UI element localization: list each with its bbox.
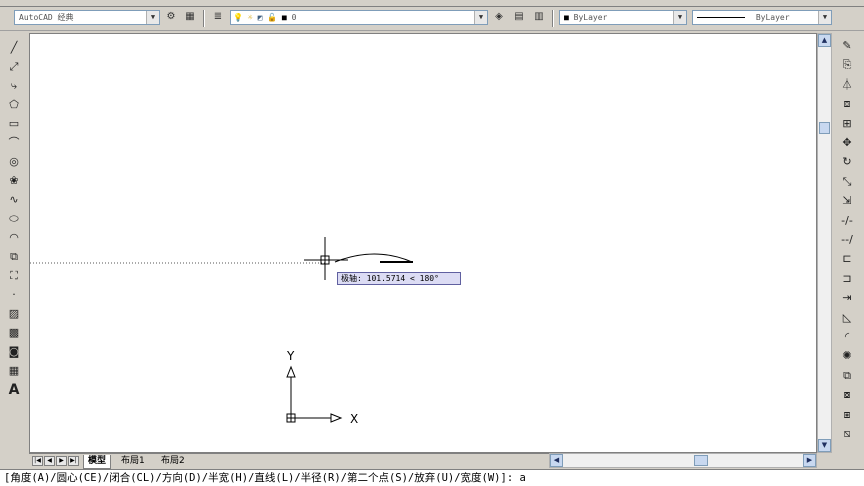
arc-preview bbox=[334, 253, 413, 263]
layer-dropdown[interactable]: 💡 ☼ ◩ 🔓 ■ 0 ▼ bbox=[230, 10, 488, 25]
array-icon[interactable]: ⊞ bbox=[838, 115, 856, 133]
chamfer-icon[interactable]: ◺ bbox=[838, 309, 856, 327]
break-at-point-icon[interactable]: ⊏ bbox=[838, 250, 856, 268]
explode-icon[interactable]: ✺ bbox=[838, 347, 856, 365]
layout-tab-bar: |◀ ◀ ▶ ▶| 模型 布局1 布局2 bbox=[29, 453, 549, 469]
horizontal-scroll-thumb[interactable] bbox=[694, 455, 708, 466]
hatch-icon[interactable]: ▨ bbox=[5, 305, 23, 323]
horizontal-scrollbar[interactable]: ◀ ▶ bbox=[549, 453, 817, 468]
polygon-icon[interactable]: ⬠ bbox=[5, 96, 23, 114]
drawing-area[interactable]: Y X bbox=[29, 33, 817, 453]
command-line[interactable]: [角度(A)/圆心(CE)/闭合(CL)/方向(D)/半宽(H)/直线(L)/半… bbox=[0, 469, 864, 486]
polyline-icon[interactable]: ⤷ bbox=[5, 77, 23, 95]
trim-icon[interactable]: -/- bbox=[838, 212, 856, 230]
spline-icon[interactable]: ∿ bbox=[5, 191, 23, 209]
scroll-down-icon[interactable]: ▼ bbox=[818, 439, 831, 452]
scroll-up-icon[interactable]: ▲ bbox=[818, 34, 831, 47]
draworder-above-icon[interactable]: ⧆ bbox=[838, 406, 856, 424]
workspace-value: AutoCAD 经典 bbox=[19, 13, 74, 22]
prev-tab-icon[interactable]: ◀ bbox=[44, 456, 55, 466]
tab-layout1[interactable]: 布局1 bbox=[117, 455, 149, 468]
toolbar-separator bbox=[203, 10, 205, 27]
modify-toolbar: ✎ ⎘ ⏃ ⧈ ⊞ ✥ ↻ ⤡ ⇲ -/- --/⊏ ⊐ ⇥ ◺ ◜ ✺ ⧉ ⧇ ⧆ ⧅ bbox=[835, 31, 864, 468]
offset-icon[interactable]: ⧈ bbox=[838, 95, 856, 113]
revision-cloud-icon[interactable]: ❀ bbox=[5, 172, 23, 190]
arc-icon[interactable]: ⌒ bbox=[5, 134, 23, 152]
point-icon[interactable]: · bbox=[5, 286, 23, 304]
next-tab-icon[interactable]: ▶ bbox=[56, 456, 67, 466]
tooltip-value: 101.5714 < 180° bbox=[366, 274, 439, 283]
ellipse-arc-icon[interactable]: ◠ bbox=[5, 229, 23, 247]
ucs-y-label: Y bbox=[286, 349, 295, 363]
table-icon[interactable]: ▦ bbox=[5, 362, 23, 380]
customize-icon[interactable]: ▦ bbox=[182, 10, 198, 25]
top-toolbar: AutoCAD 经典 ▼ ⚙ ▦ ≣ 💡 ☼ ◩ 🔓 ■ 0 ▼ ◈ ▤ ▥ ■… bbox=[0, 7, 864, 31]
move-icon[interactable]: ✥ bbox=[838, 134, 856, 152]
color-dropdown[interactable]: ■ ByLayer ▼ bbox=[559, 10, 687, 25]
scroll-right-icon[interactable]: ▶ bbox=[803, 454, 816, 467]
toolbar-separator bbox=[552, 10, 554, 27]
last-tab-icon[interactable]: ▶| bbox=[68, 456, 79, 466]
region-icon[interactable]: ◙ bbox=[5, 343, 23, 361]
chevron-down-icon[interactable]: ▼ bbox=[474, 11, 487, 24]
rotate-icon[interactable]: ↻ bbox=[838, 153, 856, 171]
linetype-dropdown[interactable]: ByLayer ▼ bbox=[692, 10, 832, 25]
fillet-icon[interactable]: ◜ bbox=[838, 328, 856, 346]
draworder-back-icon[interactable]: ⧇ bbox=[838, 386, 856, 404]
layer-value: 0 bbox=[291, 13, 297, 22]
linetype-value: ByLayer bbox=[755, 13, 790, 22]
menu-strip-remnant bbox=[0, 0, 864, 7]
copy-icon[interactable]: ⎘ bbox=[838, 56, 856, 74]
tab-layout2[interactable]: 布局2 bbox=[157, 455, 189, 468]
layer-freeze-icon[interactable]: ☼ bbox=[248, 13, 253, 22]
mirror-icon[interactable]: ⏃ bbox=[838, 76, 856, 94]
draw-toolbar: ╱ ⤢ ⤷ ⬠ ▭ ⌒ ◎ ❀ ∿ ⬭ ◠ ⧉ ⛶ · ▨ ▩ ◙ ▦ A bbox=[0, 31, 27, 468]
draworder-below-icon[interactable]: ⧅ bbox=[838, 425, 856, 443]
layer-manager-icon[interactable]: ≣ bbox=[210, 10, 226, 25]
layer-previous-icon[interactable]: ▤ bbox=[511, 10, 527, 25]
vertical-scrollbar[interactable]: ▲ ▼ bbox=[817, 33, 832, 453]
insert-block-icon[interactable]: ⧉ bbox=[5, 248, 23, 266]
layer-state-icon[interactable]: ▥ bbox=[531, 10, 547, 25]
make-object-layer-current-icon[interactable]: ◈ bbox=[491, 10, 507, 25]
linetype-preview-icon bbox=[697, 17, 745, 18]
command-prompt-text: [角度(A)/圆心(CE)/闭合(CL)/方向(D)/半宽(H)/直线(L)/半… bbox=[4, 472, 526, 484]
gradient-icon[interactable]: ▩ bbox=[5, 324, 23, 342]
scale-icon[interactable]: ⤡ bbox=[838, 173, 856, 191]
first-tab-icon[interactable]: |◀ bbox=[32, 456, 43, 466]
color-swatch-icon: ■ bbox=[564, 13, 569, 22]
layer-viewport-freeze-icon[interactable]: ◩ bbox=[257, 13, 262, 22]
ucs-x-label: X bbox=[350, 412, 358, 426]
tab-model[interactable]: 模型 bbox=[83, 455, 112, 469]
make-block-icon[interactable]: ⛶ bbox=[5, 267, 23, 285]
extend-icon[interactable]: --/ bbox=[838, 231, 856, 249]
draworder-front-icon[interactable]: ⧉ bbox=[838, 367, 856, 385]
layer-color-swatch-icon: ■ bbox=[281, 13, 287, 22]
construction-line-icon[interactable]: ⤢ bbox=[5, 58, 23, 76]
workspace-settings-icon[interactable]: ⚙ bbox=[163, 10, 179, 25]
tooltip-label: 极轴: bbox=[341, 274, 362, 283]
layer-lock-icon[interactable]: 🔓 bbox=[267, 13, 277, 22]
join-icon[interactable]: ⇥ bbox=[838, 289, 856, 307]
layer-on-icon[interactable]: 💡 bbox=[233, 13, 243, 22]
polar-tooltip: 极轴: 101.5714 < 180° bbox=[337, 272, 461, 285]
drawing-svg: Y X bbox=[30, 237, 413, 426]
break-icon[interactable]: ⊐ bbox=[838, 270, 856, 288]
ellipse-icon[interactable]: ⬭ bbox=[5, 210, 23, 228]
stretch-icon[interactable]: ⇲ bbox=[838, 192, 856, 210]
erase-icon[interactable]: ✎ bbox=[838, 37, 856, 55]
ucs-icon bbox=[286, 365, 343, 423]
rectangle-icon[interactable]: ▭ bbox=[5, 115, 23, 133]
vertical-scroll-thumb[interactable] bbox=[819, 122, 830, 134]
chevron-down-icon[interactable]: ▼ bbox=[673, 11, 686, 24]
scroll-left-icon[interactable]: ◀ bbox=[550, 454, 563, 467]
chevron-down-icon[interactable]: ▼ bbox=[146, 11, 159, 24]
circle-icon[interactable]: ◎ bbox=[5, 153, 23, 171]
multiline-text-icon[interactable]: A bbox=[5, 381, 23, 399]
color-value: ByLayer bbox=[573, 13, 608, 22]
chevron-down-icon[interactable]: ▼ bbox=[818, 11, 831, 24]
workspace-dropdown[interactable]: AutoCAD 经典 ▼ bbox=[14, 10, 160, 25]
line-icon[interactable]: ╱ bbox=[5, 39, 23, 57]
